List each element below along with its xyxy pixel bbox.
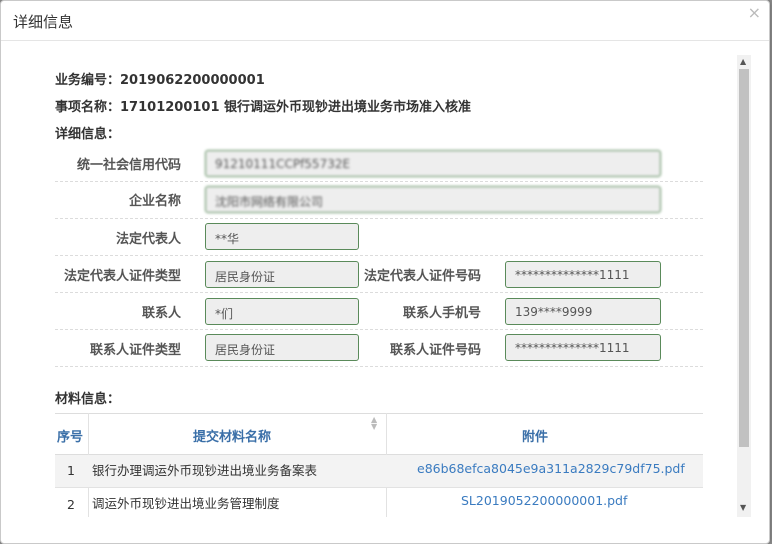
details-section-label: 详细信息：	[55, 127, 121, 142]
header-material-name[interactable]: 提交材料名称	[193, 426, 271, 445]
company-name-label: 企业名称	[128, 194, 181, 209]
header-seq[interactable]: 序号	[57, 426, 83, 445]
contact-phone-label: 联系人手机号	[402, 306, 481, 321]
legal-id-type-label: 法定代表人证件类型	[63, 269, 181, 284]
dialog-title: 详细信息	[13, 13, 74, 31]
credit-code-field[interactable]: 91210111CCPf55732E	[205, 150, 661, 177]
legal-rep-label: 法定代表人	[115, 232, 181, 247]
form-row-contact: 联系人 *们 联系人手机号 139****9999	[55, 293, 703, 330]
close-icon[interactable]: ×	[748, 5, 761, 21]
form-row-legal-id: 法定代表人证件类型 居民身份证 法定代表人证件号码 **************…	[55, 256, 703, 293]
table-row: 1 银行办理调运外币现钞进出境业务备案表 e86b68efca8045e9a31…	[55, 455, 703, 488]
scroll-thumb[interactable]	[739, 69, 749, 447]
table-header: 序号 提交材料名称 ▲ ▼ 附件	[55, 413, 703, 455]
legal-rep-field[interactable]: **华	[205, 223, 359, 250]
form-row-credit-code: 统一社会信用代码 91210111CCPf55732E	[55, 145, 703, 182]
contact-id-type-field[interactable]: 居民身份证	[205, 334, 359, 361]
item-name-line: 事项名称：17101200101 银行调运外币现钞进出境业务市场准入核准	[55, 96, 471, 115]
contact-phone-field[interactable]: 139****9999	[505, 298, 661, 325]
row-material-name: 调运外币现钞进出境业务管理制度	[92, 496, 280, 511]
contact-field[interactable]: *们	[205, 298, 359, 325]
detail-dialog: 详细信息 × 业务编号：2019062200000001 事项名称：171012…	[0, 0, 770, 544]
legal-id-type-field[interactable]: 居民身份证	[205, 261, 359, 288]
table-row: 2 调运外币现钞进出境业务管理制度 SL2019052200000001.pdf	[55, 488, 703, 517]
legal-id-no-field[interactable]: **************1111	[505, 261, 661, 288]
form-row-company-name: 企业名称 沈阳市网络有限公司	[55, 182, 703, 219]
scroll-up-icon[interactable]: ▲	[740, 57, 746, 66]
item-name-value: 17101200101 银行调运外币现钞进出境业务市场准入核准	[120, 100, 472, 115]
vertical-scrollbar[interactable]: ▲ ▼	[737, 55, 751, 517]
row-attachment-link[interactable]: e86b68efca8045e9a311a2829c79df75.pdf	[417, 461, 685, 476]
company-name-field[interactable]: 沈阳市网络有限公司	[205, 186, 661, 213]
row-material-name: 银行办理调运外币现钞进出境业务备案表	[92, 463, 318, 478]
legal-id-no-label: 法定代表人证件号码	[363, 269, 481, 284]
item-name-label: 事项名称：	[55, 100, 121, 115]
dialog-body: 业务编号：2019062200000001 事项名称：17101200101 银…	[7, 41, 765, 517]
materials-section-label: 材料信息：	[55, 392, 121, 407]
contact-label: 联系人	[141, 306, 181, 321]
row-seq: 1	[67, 463, 75, 478]
row-seq: 2	[67, 497, 75, 512]
scroll-down-icon[interactable]: ▼	[740, 503, 746, 512]
form-row-contact-id: 联系人证件类型 居民身份证 联系人证件号码 **************1111	[55, 330, 703, 367]
business-no-line: 业务编号：2019062200000001	[55, 69, 265, 88]
contact-id-type-label: 联系人证件类型	[89, 343, 181, 358]
dialog-header: 详细信息 ×	[1, 1, 769, 41]
business-no-label: 业务编号：	[55, 73, 121, 88]
contact-id-no-field[interactable]: **************1111	[505, 334, 661, 361]
sort-icon[interactable]: ▲ ▼	[371, 416, 377, 431]
business-no-value: 2019062200000001	[120, 73, 265, 88]
form-row-legal-rep: 法定代表人 **华	[55, 219, 703, 256]
contact-id-no-label: 联系人证件号码	[389, 343, 481, 358]
row-attachment-link[interactable]: SL2019052200000001.pdf	[461, 493, 627, 508]
credit-code-label: 统一社会信用代码	[76, 158, 181, 173]
header-attachment[interactable]: 附件	[522, 426, 548, 445]
